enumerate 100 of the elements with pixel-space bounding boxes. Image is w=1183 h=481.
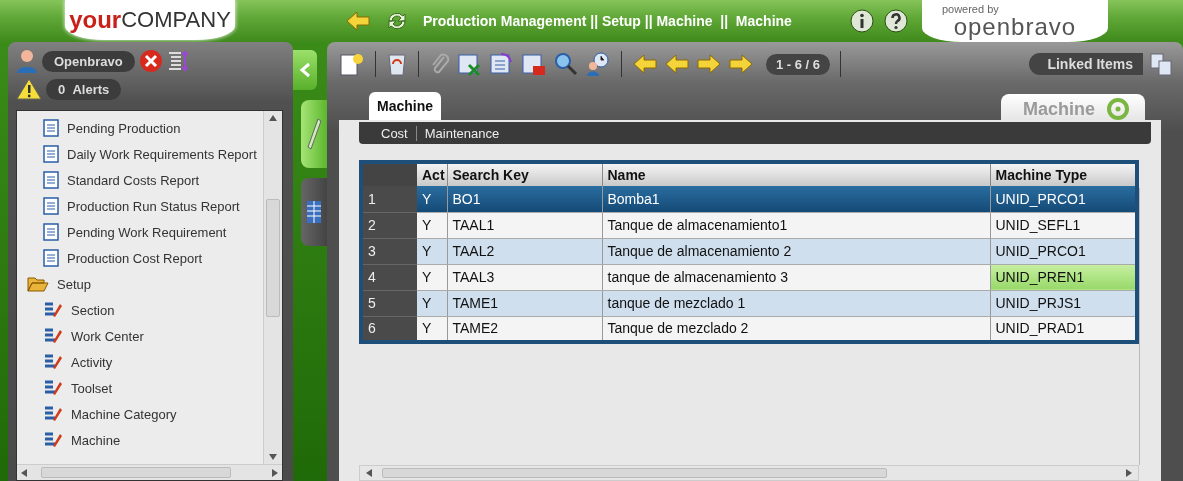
row-number: 2 [361, 212, 417, 238]
tree-folder-row[interactable]: Setup [17, 271, 263, 297]
user-name: Openbravo [42, 50, 135, 72]
breadcrumb: Production Management || Setup || Machine || Machine [423, 13, 792, 29]
tree-item[interactable]: Setup [57, 276, 91, 292]
document-icon [43, 119, 59, 137]
table-cell: Tanque de mezclado 2 [602, 316, 990, 342]
openbravo-icon [1107, 98, 1129, 120]
column-header[interactable]: Name [602, 162, 990, 186]
tree-item[interactable]: Standard Costs Report [67, 172, 200, 188]
table-cell: Y [417, 264, 447, 290]
horizontal-scrollbar[interactable] [17, 464, 282, 480]
grid-icon [306, 200, 322, 224]
search-icon[interactable] [553, 51, 579, 77]
pencil-icon [306, 117, 322, 151]
tree-item[interactable]: Daily Work Requirements Report [67, 146, 257, 162]
excel-export-icon[interactable] [457, 51, 483, 77]
scrollbar-thumb[interactable] [41, 467, 231, 478]
back-icon[interactable] [345, 10, 371, 32]
table-cell: Y [417, 316, 447, 342]
company-logo: yourCOMPANY [65, 0, 235, 40]
record-counter: 1 - 6 / 6 [766, 53, 831, 75]
linked-items-icon[interactable] [1149, 51, 1173, 77]
linked-items-button[interactable]: Linked Items [1029, 53, 1143, 75]
table-cell: TAAL1 [447, 212, 602, 238]
tree-item[interactable]: Activity [71, 354, 113, 370]
tree-item[interactable]: Machine Category [71, 406, 177, 422]
subtab[interactable]: Maintenance [415, 125, 508, 141]
document-icon [43, 223, 59, 241]
table-cell: Bomba1 [602, 186, 990, 212]
table-cell: Y [417, 238, 447, 264]
warning-icon [16, 78, 42, 100]
subtab[interactable]: Cost [373, 125, 416, 141]
tree-item[interactable]: Machine [71, 432, 121, 448]
row-number: 6 [361, 316, 417, 342]
collapse-panel-button[interactable] [293, 50, 317, 90]
tab[interactable]: Machine [369, 92, 441, 120]
tree-item[interactable]: Toolset [71, 380, 113, 396]
column-header[interactable]: Machine Type [990, 162, 1137, 186]
tree-item[interactable]: Production Run Status Report [67, 198, 240, 214]
help-icon[interactable] [883, 9, 908, 33]
collapse-icon[interactable] [166, 50, 189, 72]
table-cell: BO1 [447, 186, 602, 212]
tree-item[interactable]: Work Center [71, 328, 144, 344]
column-header[interactable]: Search Key [447, 162, 602, 186]
table-cell: UNID_PRCO1 [990, 238, 1137, 264]
open-folder-icon [27, 276, 49, 292]
form-edit-icon [43, 353, 63, 371]
scrollbar-thumb[interactable] [382, 468, 887, 478]
chevron-left-icon [299, 62, 311, 78]
tree-item[interactable]: Production Cost Report [67, 250, 203, 266]
form-view-tab[interactable] [301, 100, 327, 168]
form-edit-icon [43, 405, 63, 423]
scroll-left-icon[interactable] [21, 468, 27, 477]
alerts-counter[interactable]: 0 Alerts [46, 78, 122, 100]
previous-record-icon[interactable] [664, 53, 690, 75]
export-icon[interactable] [489, 51, 515, 77]
table-cell: Y [417, 186, 447, 212]
scroll-up-icon[interactable] [268, 115, 277, 121]
form-edit-icon [43, 379, 63, 397]
row-number: 3 [361, 238, 417, 264]
window-title: Machine [1022, 98, 1095, 120]
first-record-icon[interactable] [632, 53, 658, 75]
table-cell: UNID_SEFL1 [990, 212, 1137, 238]
tree-item[interactable]: Section [71, 302, 115, 318]
document-icon [43, 249, 59, 267]
tree-item[interactable]: Pending Production [67, 120, 181, 136]
scroll-left-icon[interactable] [366, 469, 372, 477]
info-icon[interactable] [849, 9, 874, 33]
scroll-right-icon[interactable] [271, 468, 278, 477]
table-cell: tanque de mezclado 1 [602, 290, 990, 316]
scroll-right-icon[interactable] [1126, 469, 1132, 477]
tree-item[interactable]: Pending Work Requirement [67, 224, 227, 240]
scroll-down-icon[interactable] [268, 454, 277, 460]
column-header[interactable]: Act [417, 162, 447, 186]
table-cell: tanque de almacenamiento 3 [602, 264, 990, 290]
pdf-export-icon[interactable] [521, 51, 547, 77]
close-icon[interactable] [138, 49, 163, 73]
table-cell: UNID_PRJS1 [990, 290, 1137, 316]
table-cell: Tanque de almacenamiento 2 [602, 238, 990, 264]
trash-icon[interactable] [386, 51, 408, 77]
new-document-icon[interactable] [339, 51, 365, 77]
user-history-icon[interactable] [585, 51, 611, 77]
openbravo-logo: powered by openbravo [921, 0, 1108, 42]
table-cell: UNID_PRAD1 [990, 316, 1137, 342]
document-icon [43, 145, 59, 163]
table-cell: Tanque de almacenamiento1 [602, 212, 990, 238]
user-icon [16, 49, 38, 73]
document-icon [43, 171, 59, 189]
table-cell: TAAL3 [447, 264, 602, 290]
table-cell: TAME1 [447, 290, 602, 316]
form-edit-icon [43, 327, 63, 345]
scrollbar-thumb[interactable] [265, 199, 280, 317]
next-record-icon[interactable] [696, 53, 722, 75]
grid-view-tab[interactable] [301, 178, 327, 246]
row-number: 4 [361, 264, 417, 290]
table-cell: TAME2 [447, 316, 602, 342]
horizontal-scrollbar[interactable] [359, 465, 1139, 481]
last-record-icon[interactable] [728, 53, 754, 75]
vertical-scrollbar[interactable] [262, 111, 282, 464]
